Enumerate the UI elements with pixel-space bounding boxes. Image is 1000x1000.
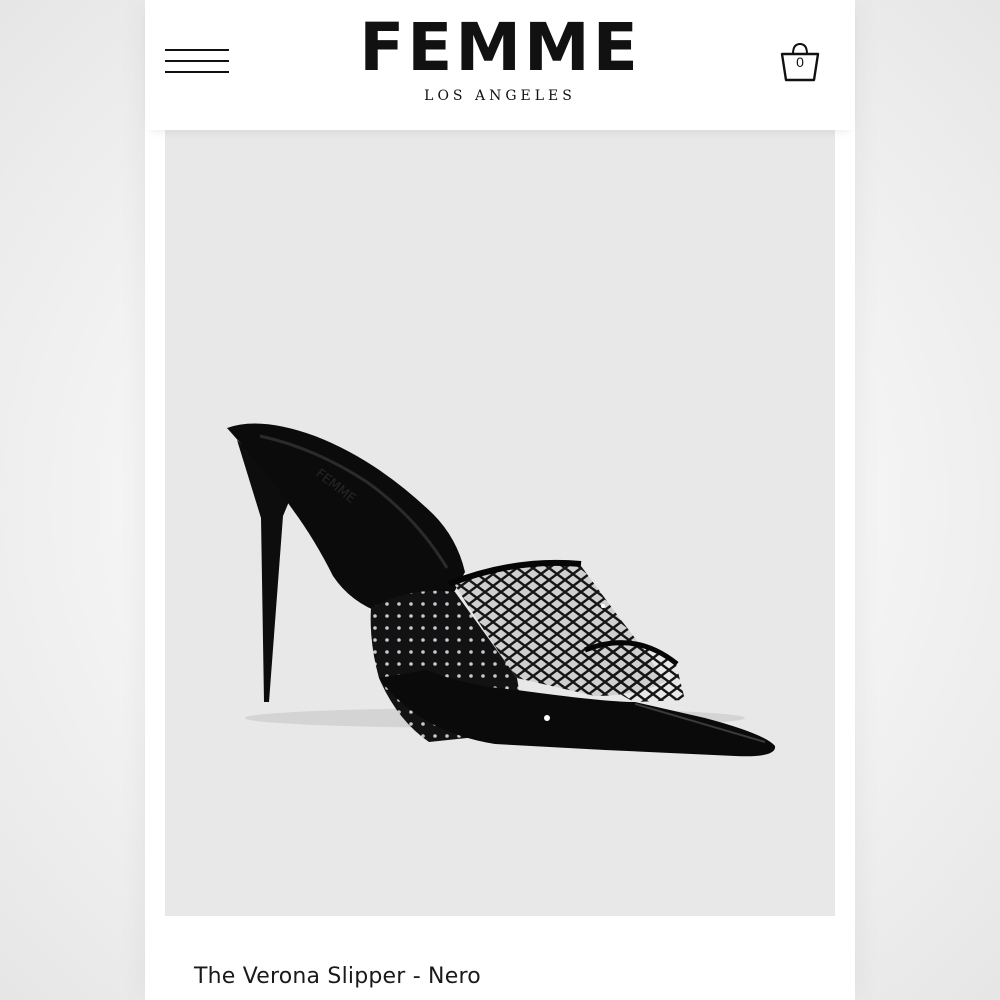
brand-name: FEMME: [359, 9, 641, 86]
hamburger-menu-icon-bar: [165, 71, 229, 73]
hamburger-menu-icon: [165, 49, 229, 51]
menu-button[interactable]: [165, 44, 231, 78]
brand-location: LOS ANGELES: [424, 88, 576, 104]
cart-button[interactable]: 0: [775, 40, 825, 84]
hamburger-menu-icon-bar: [165, 60, 229, 62]
product-image[interactable]: FEMME: [165, 130, 835, 916]
brand-logo[interactable]: FEMME LOS ANGELES: [285, 9, 715, 105]
cart-count: 0: [796, 54, 804, 70]
site-header: FEMME LOS ANGELES 0: [145, 0, 855, 130]
product-title[interactable]: The Verona Slipper - Nero: [194, 964, 481, 989]
shoe-illustration: FEMME: [227, 423, 776, 757]
product-page: FEMME LOS ANGELES 0 FEMME The Verona Sli…: [145, 0, 855, 1000]
